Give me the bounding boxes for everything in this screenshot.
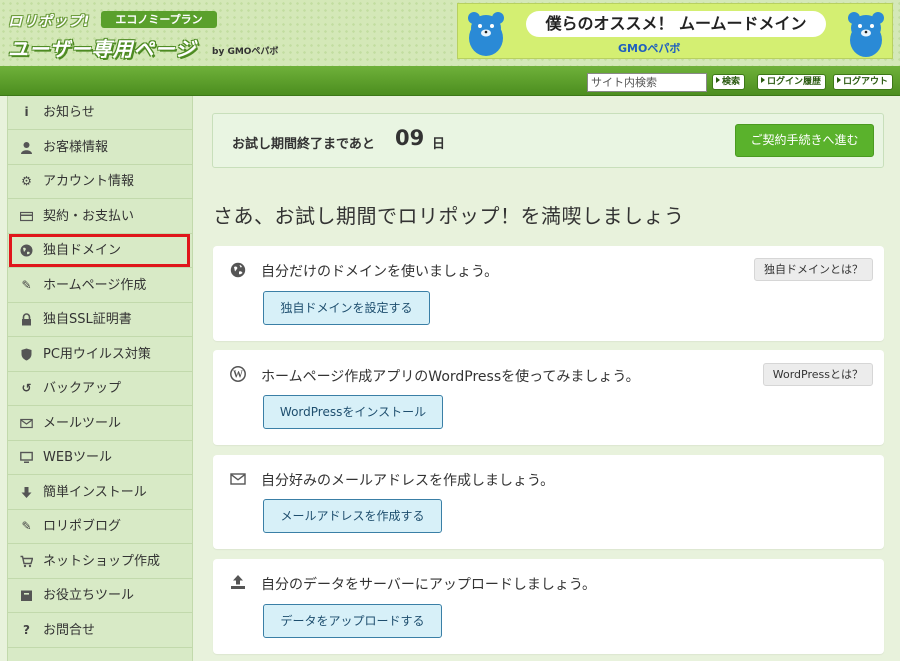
sidebar-item-easy-install[interactable]: 簡単インストール xyxy=(8,476,193,510)
install-wordpress-button[interactable]: WordPressをインストール xyxy=(263,395,443,429)
trial-days-count: 09 xyxy=(395,126,425,150)
user-page-logo[interactable]: ユーザー専用ページ xyxy=(8,33,196,62)
page-headline: さあ、お試し期間でロリポップ！を満喫しましょう xyxy=(213,204,685,228)
login-history-button[interactable]: ログイン履歴 xyxy=(757,74,827,90)
what-is-domain-button[interactable]: 独自ドメインとは？ xyxy=(754,258,873,281)
download-arrow-icon xyxy=(20,486,33,499)
card-description: 自分だけのドメインを使いましょう。 xyxy=(261,264,499,280)
top-navbar: 検索 ログイン履歴 ログアウト xyxy=(0,66,900,96)
sidebar-item-netshop[interactable]: ネットショップ作成 xyxy=(8,545,193,579)
globe-icon xyxy=(230,262,246,278)
user-icon xyxy=(20,141,33,154)
sidebar-item-label: ネットショップ作成 xyxy=(43,553,161,569)
envelope-icon xyxy=(20,417,33,430)
card-description: ホームページ作成アプリのWordPressを使ってみましょう。 xyxy=(261,369,640,385)
domain-setup-card: 自分だけのドメインを使いましょう。 独自ドメインを設定する 独自ドメインとは？ xyxy=(213,246,884,341)
plan-badge: エコノミープラン xyxy=(101,11,217,28)
sidebar-item-label: WEBツール xyxy=(43,450,112,465)
sidebar-item-lolipo-blog[interactable]: ✎ ロリポブログ xyxy=(8,510,193,544)
card-description: 自分のデータをサーバーにアップロードしましょう。 xyxy=(261,577,597,593)
gmo-pepabo-credit: by GMOペパボ xyxy=(212,47,279,57)
site-search-input[interactable] xyxy=(587,73,707,92)
info-icon: i xyxy=(24,105,29,119)
create-mail-address-button[interactable]: メールアドレスを作成する xyxy=(263,499,442,533)
sidebar-item-web-tools[interactable]: WEBツール xyxy=(8,441,193,475)
monitor-icon xyxy=(20,451,33,464)
cart-icon xyxy=(20,555,34,568)
sidebar-item-account-info[interactable]: ⚙ アカウント情報 xyxy=(8,165,193,199)
upload-data-button[interactable]: データをアップロードする xyxy=(263,604,442,638)
lolipop-logo-small[interactable]: ロリポップ! xyxy=(8,11,90,31)
sidebar-item-customer-info[interactable]: お客様情報 xyxy=(8,131,193,165)
banner-brand: GMOペパボ xyxy=(618,42,681,55)
arrow-right-icon xyxy=(716,77,720,83)
sidebar-item-label: 独自ドメイン xyxy=(43,243,122,258)
globe-icon xyxy=(20,244,33,257)
gear-icon: ⚙ xyxy=(21,174,32,188)
sidebar-item-antivirus[interactable]: PC用ウイルス対策 xyxy=(8,338,193,372)
sidebar-item-contact[interactable]: ? お問合せ xyxy=(8,614,193,648)
sidebar-item-mail-tools[interactable]: メールツール xyxy=(8,407,193,441)
search-button-label: 検索 xyxy=(722,77,741,87)
muumuu-domain-banner[interactable]: 僕らのオススメ！ ムームードメイン GMOペパボ xyxy=(457,3,893,59)
logout-label: ログアウト xyxy=(843,77,889,87)
sidebar-item-label: お役立ちツール xyxy=(43,588,135,603)
sidebar-item-label: お客様情報 xyxy=(43,139,109,155)
arrow-right-icon xyxy=(837,77,841,83)
upload-data-card: 自分のデータをサーバーにアップロードしましょう。 データをアップロードする xyxy=(213,559,884,654)
question-icon: ? xyxy=(23,622,30,637)
sidebar-item-ssl[interactable]: 独自SSL証明書 xyxy=(8,303,193,337)
svg-text:W: W xyxy=(233,370,243,381)
sidebar: i お知らせ お客様情報 ⚙ アカウント情報 契約・お支払い 独自ドメイン ✎ … xyxy=(7,96,193,661)
sidebar-item-news[interactable]: i お知らせ xyxy=(8,96,193,130)
history-icon: ↺ xyxy=(21,381,32,395)
wordpress-card: W ホームページ作成アプリのWordPressを使ってみましょう。 WordPr… xyxy=(213,350,884,445)
banner-headline: 僕らのオススメ！ ムームードメイン xyxy=(526,11,826,37)
sidebar-item-backup[interactable]: ↺ バックアップ xyxy=(8,372,193,406)
sidebar-item-label: メールツール xyxy=(43,415,122,431)
header: ロリポップ! エコノミープラン ユーザー専用ページ by GMOペパボ 僕らのオ… xyxy=(0,0,900,66)
sidebar-item-label: PC用ウイルス対策 xyxy=(43,346,151,362)
sidebar-item-label: お問合せ xyxy=(43,622,96,638)
envelope-icon xyxy=(230,473,246,485)
logout-button[interactable]: ログアウト xyxy=(833,74,894,90)
what-is-wordpress-button[interactable]: WordPressとは？ xyxy=(762,363,873,386)
box-icon xyxy=(20,589,33,602)
sidebar-item-useful-tools[interactable]: お役立ちツール xyxy=(8,579,193,613)
sidebar-item-label: ロリポブログ xyxy=(43,519,122,534)
search-button[interactable]: 検索 xyxy=(712,74,746,90)
wordpress-icon: W xyxy=(230,366,246,382)
credit-card-icon xyxy=(19,210,34,223)
login-history-label: ログイン履歴 xyxy=(767,77,822,87)
bear-mascot-icon xyxy=(848,12,884,57)
edit-icon: ✎ xyxy=(21,277,32,292)
sidebar-item-homepage[interactable]: ✎ ホームページ作成 xyxy=(8,269,193,303)
sidebar-item-contract-payment[interactable]: 契約・お支払い xyxy=(8,200,193,234)
sidebar-item-label: 契約・お支払い xyxy=(43,208,135,224)
trial-remaining-label: お試し期間終了まであと xyxy=(232,137,375,152)
shield-icon xyxy=(20,348,33,361)
arrow-right-icon xyxy=(761,77,765,83)
sidebar-item-label: 独自SSL証明書 xyxy=(43,312,132,327)
sidebar-item-label: ホームページ作成 xyxy=(43,277,147,293)
setup-domain-button[interactable]: 独自ドメインを設定する xyxy=(263,291,430,325)
mail-address-card: 自分好みのメールアドレスを作成しましょう。 メールアドレスを作成する xyxy=(213,455,884,549)
lock-icon xyxy=(20,313,33,326)
upload-icon xyxy=(231,575,245,589)
card-description: 自分好みのメールアドレスを作成しましょう。 xyxy=(261,473,555,489)
trial-countdown-panel: お試し期間終了まであと 09 日 ご契約手続きへ進む xyxy=(212,113,884,168)
proceed-to-contract-button[interactable]: ご契約手続きへ進む xyxy=(735,124,874,157)
sidebar-item-domain[interactable]: 独自ドメイン xyxy=(8,234,193,268)
sidebar-item-label: お知らせ xyxy=(43,105,95,120)
bear-mascot-icon xyxy=(468,12,504,56)
pencil-icon: ✎ xyxy=(21,519,32,533)
sidebar-item-label: アカウント情報 xyxy=(43,174,135,189)
trial-days-unit: 日 xyxy=(432,137,446,152)
sidebar-item-label: 簡単インストール xyxy=(43,484,147,500)
sidebar-item-label: バックアップ xyxy=(43,381,122,396)
